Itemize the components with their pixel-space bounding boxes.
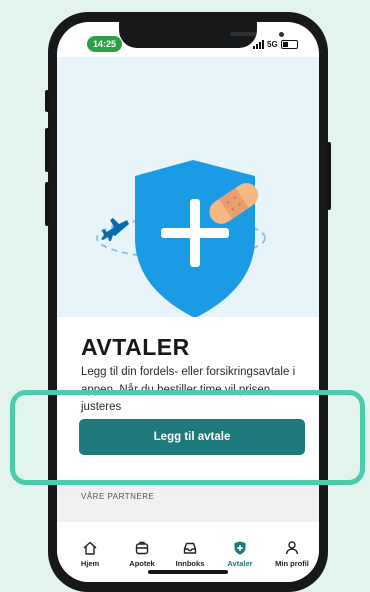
status-time: 14:25 — [87, 36, 122, 52]
home-icon — [83, 541, 97, 555]
highlight-outline — [10, 390, 365, 485]
battery-icon — [280, 39, 298, 49]
shield-illustration — [96, 160, 266, 318]
power-button — [327, 142, 331, 210]
tab-avtaler[interactable]: Avtaler — [215, 540, 265, 568]
tab-label: Innboks — [175, 559, 205, 568]
network-type: 5G — [267, 39, 278, 49]
tab-label: Min profil — [275, 559, 309, 568]
profile-icon — [285, 541, 299, 555]
tab-hjem[interactable]: Hjem — [65, 540, 115, 568]
inbox-icon — [183, 542, 197, 554]
tab-innboks[interactable]: Innboks — [165, 540, 215, 568]
tab-label: Apotek — [129, 559, 155, 568]
tab-label: Hjem — [80, 559, 100, 568]
signal-icon — [253, 39, 264, 49]
tab-label: Avtaler — [227, 559, 253, 568]
volume-down-button — [45, 182, 49, 226]
notch — [119, 22, 284, 48]
agreements-icon — [234, 541, 246, 555]
partners-section — [57, 480, 319, 522]
app-screen: AVTALER Legg til din fordels- eller fors… — [57, 22, 319, 582]
partners-heading: VÅRE PARTNERE — [81, 492, 155, 501]
volume-up-button — [45, 128, 49, 172]
home-indicator — [148, 570, 228, 574]
tab-min-profil[interactable]: Min profil — [267, 540, 317, 568]
page-title: AVTALER — [81, 334, 190, 360]
mute-switch — [45, 90, 49, 112]
status-indicators: 5G — [253, 36, 298, 52]
tab-apotek[interactable]: Apotek — [117, 540, 167, 568]
pharmacy-icon — [135, 541, 149, 555]
